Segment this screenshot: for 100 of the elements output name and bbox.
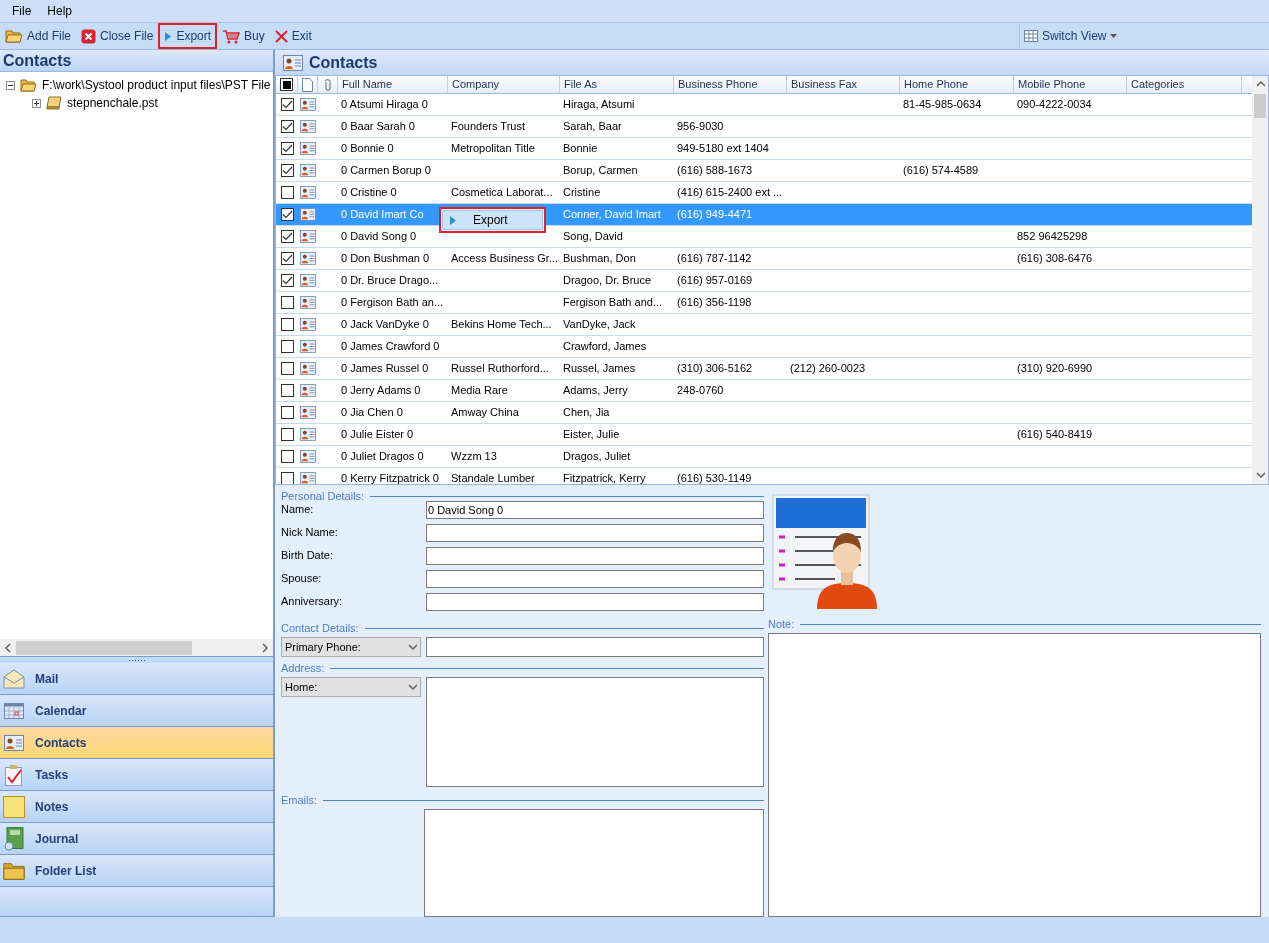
address-text-area[interactable]: [426, 677, 764, 787]
row-checkbox[interactable]: [280, 318, 294, 331]
menu-item[interactable]: Help: [39, 2, 81, 20]
table-cell-text: Crawford, James: [563, 339, 647, 355]
table-cell-text: (616) 787-1142: [677, 251, 752, 267]
collapse-toggle-icon[interactable]: [6, 80, 15, 90]
row-checkbox[interactable]: [280, 186, 294, 199]
text-field[interactable]: [426, 524, 764, 542]
column-header[interactable]: Home Phone: [900, 76, 1014, 93]
contact-card-icon: [4, 734, 24, 751]
column-header[interactable]: Mobile Phone: [1014, 76, 1127, 93]
scroll-thumb[interactable]: [1254, 94, 1266, 118]
table-cell-text: 81-45-985-0634: [903, 97, 982, 113]
toolbar-button[interactable]: Close File: [76, 23, 159, 49]
cart-icon: [222, 28, 241, 44]
scroll-thumb[interactable]: [16, 640, 192, 655]
dropdown[interactable]: Home:: [281, 677, 421, 697]
row-checkbox[interactable]: [280, 208, 294, 221]
table-cell-text: Russel Ruthorford...: [451, 361, 549, 377]
field-label: Spouse:: [281, 571, 323, 586]
scroll-down-icon[interactable]: [1255, 469, 1265, 481]
navigation-item[interactable]: Calendar: [0, 695, 273, 727]
table-cell-text: 0 Fergison Bath an...: [341, 295, 444, 311]
column-header[interactable]: Business Phone: [674, 76, 787, 93]
navigation-item[interactable]: Contacts: [0, 727, 273, 759]
toolbar-button[interactable]: Export: [158, 23, 218, 49]
table-cell-text: (616) 957-0169: [677, 273, 753, 289]
dropdown[interactable]: Primary Phone:: [281, 637, 421, 657]
toolbar-button[interactable]: Exit: [269, 23, 317, 49]
grid-icon: [1024, 30, 1038, 42]
pane-title: Contacts: [309, 52, 378, 73]
navigation-item[interactable]: Mail: [0, 663, 273, 695]
row-checkbox[interactable]: [280, 362, 294, 375]
menu-item[interactable]: File: [4, 2, 40, 20]
table-cell-text: 0 Atsumi Hiraga 0: [341, 97, 428, 113]
row-checkbox[interactable]: [280, 384, 294, 397]
vertical-scrollbar[interactable]: [1252, 76, 1268, 484]
text-field[interactable]: 0 David Song 0: [426, 501, 764, 519]
row-checkbox[interactable]: [280, 230, 294, 243]
column-header[interactable]: Full Name: [338, 76, 448, 93]
section-label: Contact Details:: [281, 620, 359, 636]
dropdown-caret-icon[interactable]: [407, 641, 417, 653]
column-header[interactable]: File As: [560, 76, 674, 93]
tree-item[interactable]: F:\work\Systool product input files\PST File: [42, 76, 271, 94]
row-checkbox[interactable]: [280, 296, 294, 309]
contact-card-icon: [300, 252, 316, 265]
table-cell-text: 0 Bonnie 0: [341, 141, 394, 157]
horizontal-scrollbar[interactable]: [0, 639, 273, 656]
navigation-item[interactable]: Notes: [0, 791, 273, 823]
scroll-right-icon[interactable]: [260, 641, 270, 654]
table-cell-text: VanDyke, Jack: [563, 317, 636, 333]
splitter-handle[interactable]: [0, 656, 273, 663]
row-checkbox[interactable]: [280, 142, 294, 155]
table-cell-text: (310) 306-5162: [677, 361, 753, 377]
row-checkbox[interactable]: [280, 428, 294, 441]
navigation-item[interactable]: Journal: [0, 823, 273, 855]
switch-view-button[interactable]: Switch View: [1019, 24, 1269, 48]
column-header[interactable]: Categories: [1127, 76, 1242, 93]
tree-item[interactable]: stepnenchale.pst: [67, 94, 158, 112]
table-cell-text: 0 James Russel 0: [341, 361, 429, 377]
row-checkbox[interactable]: [280, 340, 294, 353]
navigation-item[interactable]: Tasks: [0, 759, 273, 791]
table-cell-text: (616) 530-1149: [677, 471, 752, 484]
row-checkbox[interactable]: [280, 98, 294, 111]
dropdown-caret-icon[interactable]: [407, 681, 417, 693]
contact-card-icon: [300, 428, 316, 441]
contact-card-icon: [300, 120, 316, 133]
scroll-left-icon[interactable]: [3, 641, 13, 654]
field-label: Anniversary:: [281, 594, 344, 609]
menu-item[interactable]: Export: [442, 210, 543, 230]
close-icon: [274, 29, 288, 43]
sticky-note-icon: [3, 795, 25, 818]
section-label: Personal Details:: [281, 488, 365, 504]
field-label: Birth Date:: [281, 548, 334, 563]
text-field[interactable]: [426, 637, 764, 657]
table-cell-text: Chen, Jia: [563, 405, 610, 421]
row-checkbox[interactable]: [280, 406, 294, 419]
contact-card-icon: [300, 450, 316, 463]
column-header[interactable]: Business Fax: [787, 76, 900, 93]
text-field[interactable]: [426, 570, 764, 588]
text-field[interactable]: [426, 547, 764, 565]
navigation-item[interactable]: Folder List: [0, 855, 273, 887]
row-checkbox[interactable]: [280, 450, 294, 463]
expand-toggle-icon[interactable]: [32, 98, 41, 108]
row-checkbox[interactable]: [280, 274, 294, 287]
row-checkbox[interactable]: [280, 164, 294, 177]
row-checkbox[interactable]: [280, 120, 294, 133]
toolbar-button[interactable]: Add File: [0, 23, 77, 49]
table-cell-text: (616) 588-1673: [677, 163, 753, 179]
table-cell-text: 0 Dr. Bruce Drago...: [341, 273, 439, 289]
contact-card-icon: [300, 186, 316, 199]
column-header[interactable]: Company: [448, 76, 560, 93]
table-cell-text: Hiraga, Atsumi: [563, 97, 635, 113]
text-field[interactable]: [426, 593, 764, 611]
toolbar-button[interactable]: Buy: [217, 23, 270, 49]
row-checkbox[interactable]: [280, 252, 294, 265]
row-checkbox[interactable]: [280, 472, 294, 484]
select-all-checkbox[interactable]: [280, 78, 293, 91]
section-label: Address:: [281, 660, 325, 676]
emails-text-area[interactable]: [424, 809, 764, 917]
